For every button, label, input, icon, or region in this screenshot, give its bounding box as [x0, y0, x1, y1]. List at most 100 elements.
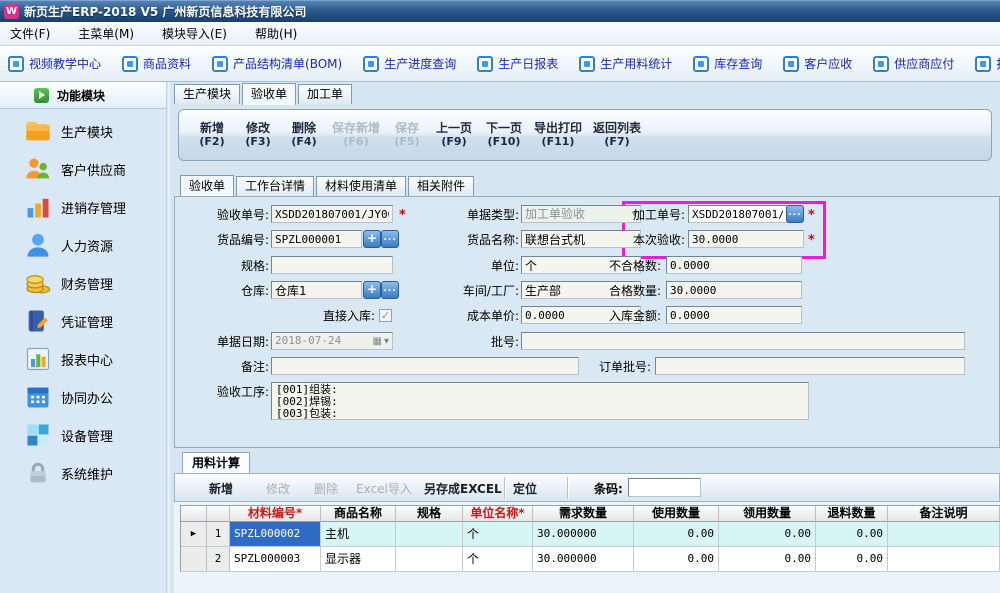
- locate-button[interactable]: 定位: [509, 480, 541, 497]
- quickbar-item-material-stats[interactable]: 生产用料统计: [579, 55, 672, 72]
- cell-spec: [396, 522, 463, 547]
- export-print-button[interactable]: 导出打印(F11): [529, 122, 587, 148]
- browse-item-button[interactable]: ...: [381, 230, 399, 248]
- sidebar-item-report-center[interactable]: 报表中心: [24, 341, 166, 377]
- menu-bar: 文件(F) 主菜单(M) 模块导入(E) 帮助(H): [0, 22, 1000, 46]
- item-no-input[interactable]: [271, 230, 362, 248]
- col-header-received-qty[interactable]: 领用数量: [719, 506, 816, 522]
- cell-material-no: SPZL000002: [230, 522, 321, 547]
- col-header-name[interactable]: 商品名称: [321, 506, 396, 522]
- quickbar-item-payables[interactable]: 供应商应付: [873, 55, 954, 72]
- add-button[interactable]: 新增(F2): [189, 122, 235, 148]
- save-as-excel-button[interactable]: 另存成EXCEL: [424, 480, 498, 497]
- direct-inbound-checkbox[interactable]: ✓: [379, 309, 392, 322]
- warehouse-input[interactable]: [271, 281, 362, 299]
- tab-acceptance-order[interactable]: 验收单: [242, 83, 296, 105]
- row-pointer-cell: [181, 547, 207, 572]
- doc-date-picker[interactable]: 2018-07-24 ▦ ▾: [271, 332, 393, 350]
- sidebar-item-hr[interactable]: 人力资源: [24, 227, 166, 263]
- tab-material-calc[interactable]: 用料计算: [182, 452, 250, 474]
- order-batch-no-input[interactable]: [655, 357, 965, 375]
- quickbar-item-inventory-query[interactable]: 库存查询: [693, 55, 762, 72]
- separator: [567, 477, 568, 499]
- menu-module-import[interactable]: 模块导入(E): [162, 25, 227, 42]
- tab-production-module[interactable]: 生产模块: [174, 84, 240, 104]
- sidebar-item-inventory-mgmt[interactable]: 进销存管理: [24, 189, 166, 225]
- sidebar-item-production-module[interactable]: 生产模块: [24, 113, 166, 149]
- sidebar-item-collaboration[interactable]: 协同办公: [24, 379, 166, 415]
- col-header-spec[interactable]: 规格: [396, 506, 463, 522]
- sidebar-item-voucher-mgmt[interactable]: 凭证管理: [24, 303, 166, 339]
- detail-add-button[interactable]: 新增: [197, 480, 245, 497]
- col-header-required-qty[interactable]: 需求数量: [533, 506, 634, 522]
- browse-process-order-button[interactable]: ...: [786, 205, 804, 223]
- cell-used-qty: 0.00: [634, 547, 719, 572]
- delete-button[interactable]: 删除(F4): [281, 122, 327, 148]
- acceptance-process-box[interactable]: [001]组装: [002]焊锡: [003]包装:: [271, 382, 809, 420]
- acceptance-no-input[interactable]: [271, 205, 393, 223]
- checkbox-icon: [477, 56, 493, 72]
- table-row[interactable]: 2 SPZL000003 显示器 个 30.000000 0.00 0.00 0…: [181, 547, 1000, 572]
- required-marker: *: [808, 206, 815, 224]
- batch-no-input[interactable]: [521, 332, 965, 350]
- acceptance-no-label: 验收单号:: [179, 206, 269, 224]
- excel-import-button: Excel导入: [352, 480, 416, 497]
- col-header-used-qty[interactable]: 使用数量: [634, 506, 719, 522]
- tab-process-order[interactable]: 加工单: [298, 84, 352, 104]
- browse-warehouse-button[interactable]: ...: [381, 281, 399, 299]
- unit-cost-label: 成本单价:: [429, 307, 519, 325]
- checkbox-icon: [975, 56, 991, 72]
- menu-file[interactable]: 文件(F): [10, 25, 50, 42]
- remark-input[interactable]: [271, 357, 579, 375]
- col-header-unit[interactable]: 单位名称*: [463, 506, 533, 522]
- edit-button[interactable]: 修改(F3): [235, 122, 281, 148]
- sidebar-header: 功能模块: [0, 82, 166, 109]
- add-warehouse-button[interactable]: +: [363, 281, 381, 299]
- sidebar-item-equipment[interactable]: 设备管理: [24, 417, 166, 453]
- erp-window: W 新页生产ERP-2018 V5 广州新页信息科技有限公司 文件(F) 主菜单…: [0, 0, 1000, 593]
- tab-attachments[interactable]: 相关附件: [408, 176, 474, 196]
- detail-delete-button: 删除: [304, 480, 348, 497]
- menu-help[interactable]: 帮助(H): [255, 25, 297, 42]
- prev-page-button[interactable]: 上一页(F9): [429, 122, 479, 148]
- sidebar-item-customers-suppliers[interactable]: 客户供应商: [24, 151, 166, 187]
- col-header-returned-qty[interactable]: 退料数量: [816, 506, 888, 522]
- tab-material-usage-list[interactable]: 材料使用清单: [316, 176, 406, 196]
- quickbar-label: 库存查询: [714, 55, 762, 72]
- quickbar-item-alerts[interactable]: 报警提示: [975, 55, 1000, 72]
- quickbar-item-goods[interactable]: 商品资料: [122, 55, 191, 72]
- quickbar-item-progress-query[interactable]: 生产进度查询: [363, 55, 456, 72]
- action-toolbar: 新增(F2) 修改(F3) 删除(F4) 保存新增(F6) 保存(F5) 上一页…: [178, 109, 992, 161]
- batch-no-label: 批号:: [429, 333, 519, 351]
- unqualified-qty-input[interactable]: [666, 256, 802, 274]
- tab-acceptance-form[interactable]: 验收单: [180, 175, 234, 197]
- col-header-material-no[interactable]: 材料编号*: [230, 506, 321, 522]
- quickbar-item-daily-report[interactable]: 生产日报表: [477, 55, 558, 72]
- qualified-qty-input[interactable]: [666, 281, 802, 299]
- barcode-input[interactable]: [628, 478, 701, 497]
- table-row[interactable]: ▶ 1 SPZL000002 主机 个 30.000000 0.00 0.00 …: [181, 522, 1000, 547]
- add-item-button[interactable]: +: [363, 230, 381, 248]
- cell-required-qty: 30.000000: [533, 522, 634, 547]
- sidebar-item-system-maintenance[interactable]: 系统维护: [24, 455, 166, 491]
- sidebar-item-finance[interactable]: 财务管理: [24, 265, 166, 301]
- save-button: 保存(F5): [385, 122, 429, 148]
- spec-input[interactable]: [271, 256, 393, 274]
- unit-label: 单位:: [429, 257, 519, 275]
- title-bar: W 新页生产ERP-2018 V5 广州新页信息科技有限公司: [0, 0, 1000, 22]
- tab-workbench-detail[interactable]: 工作台详情: [236, 176, 314, 196]
- col-header-note[interactable]: 备注说明: [888, 506, 1000, 522]
- checkbox-icon: [363, 56, 379, 72]
- acceptance-form-panel: 验收单号: * 单据类型: 加工单验收 ▾ 加工单号: ... * 货品编号: …: [174, 196, 1000, 448]
- quickbar-item-video-center[interactable]: 视频教学中心: [8, 55, 101, 72]
- doc-type-label: 单据类型:: [429, 206, 519, 224]
- menu-main[interactable]: 主菜单(M): [78, 25, 134, 42]
- quickbar-item-receivables[interactable]: 客户应收: [783, 55, 852, 72]
- quickbar-item-bom[interactable]: 产品结构清单(BOM): [212, 55, 342, 72]
- back-to-list-button[interactable]: 返回列表(F7): [587, 122, 647, 148]
- next-page-button[interactable]: 下一页(F10): [479, 122, 529, 148]
- inbound-amount-input[interactable]: [666, 306, 802, 324]
- current-acceptance-input[interactable]: [688, 230, 804, 248]
- process-order-no-input[interactable]: [688, 205, 787, 223]
- sidebar-item-label: 系统维护: [61, 464, 113, 483]
